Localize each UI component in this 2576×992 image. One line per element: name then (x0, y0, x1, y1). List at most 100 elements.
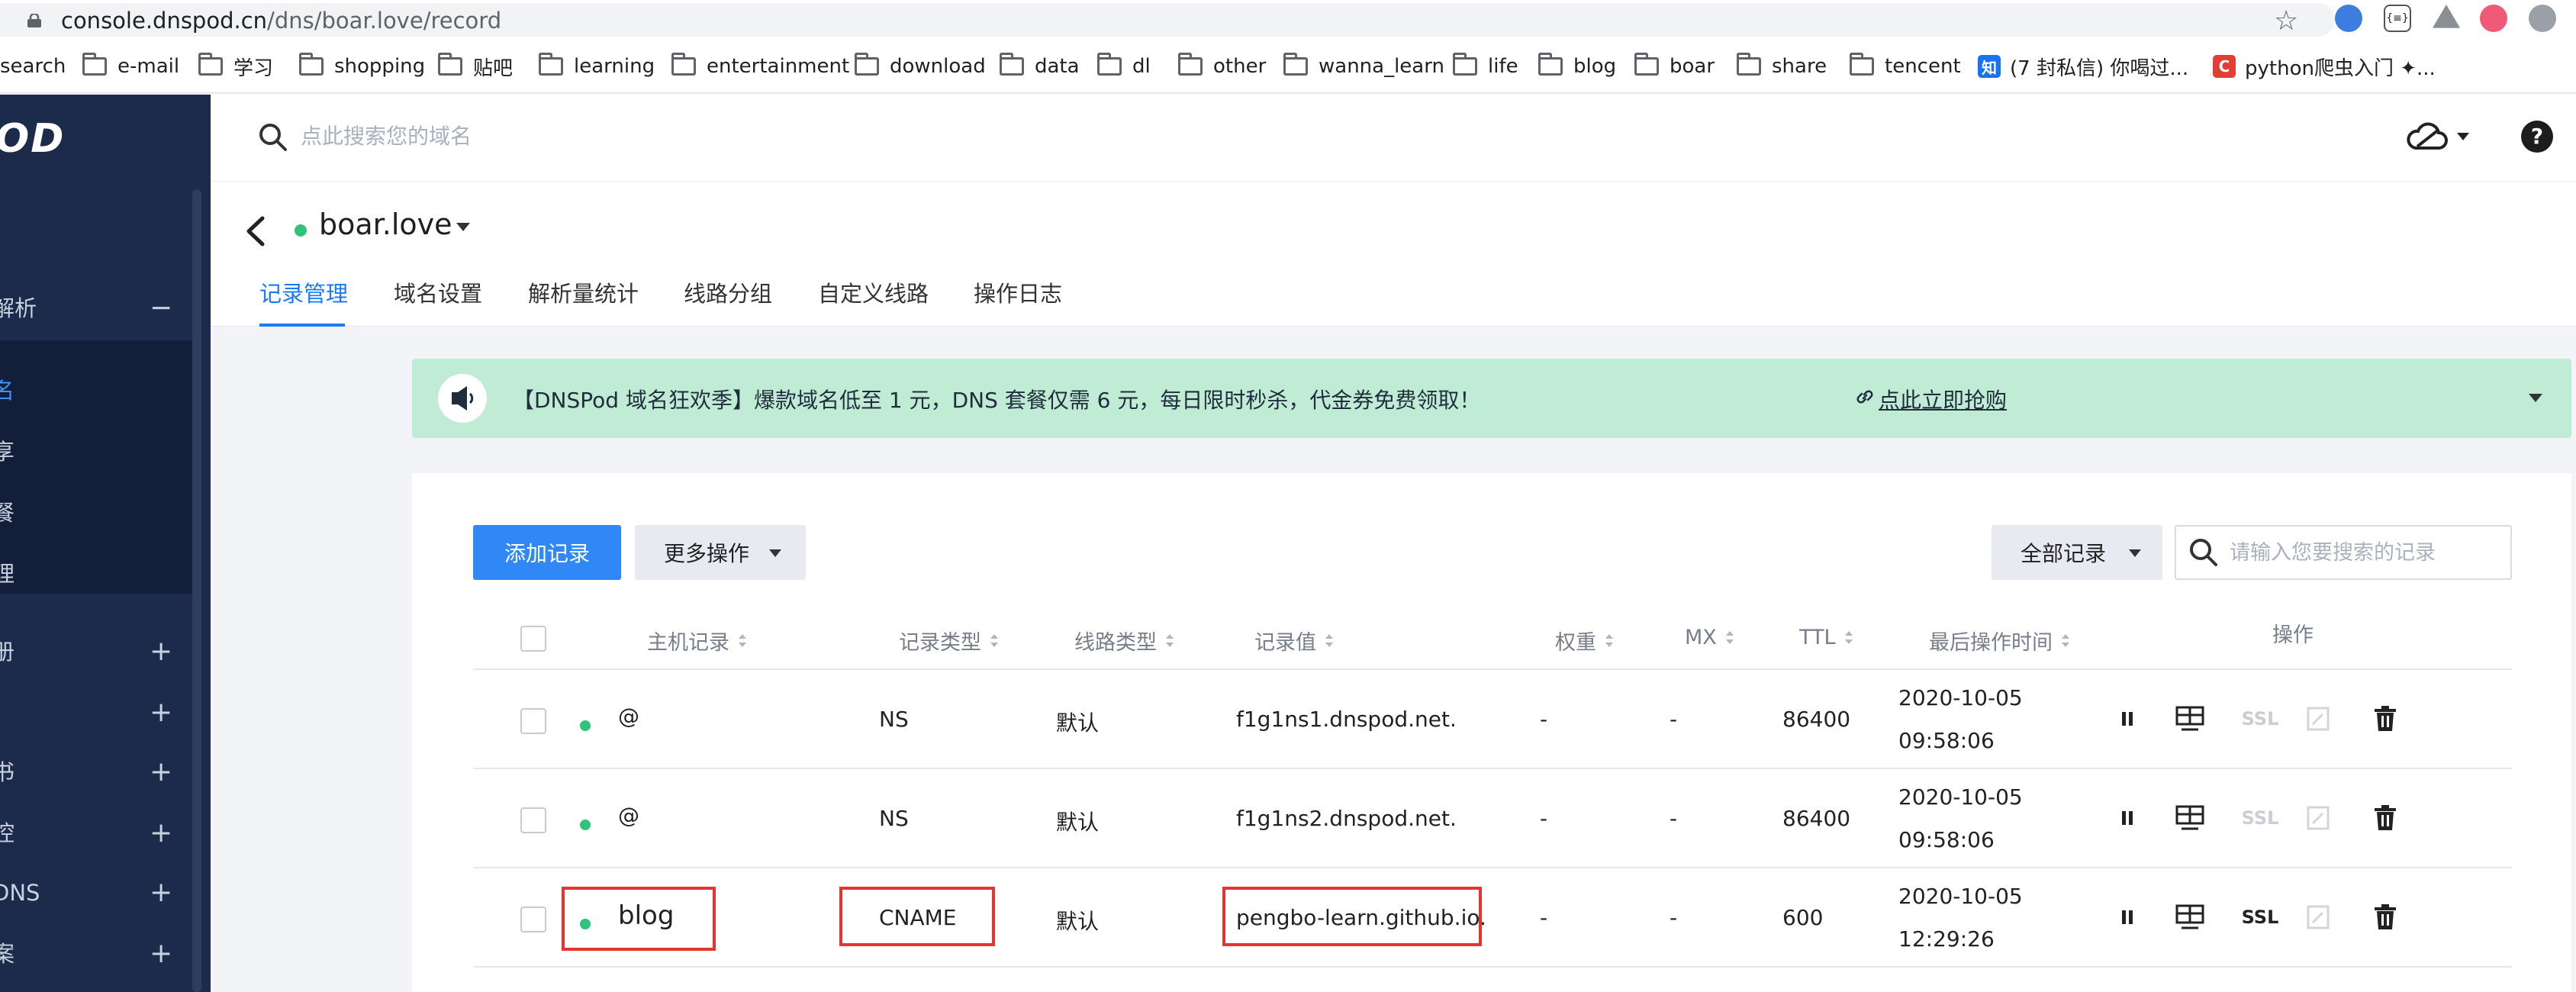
cloud-menu-button[interactable] (2405, 121, 2474, 154)
sidebar-item-monitoring[interactable]: 控 + (0, 810, 192, 856)
header-line[interactable]: 线路类型 (1074, 626, 1174, 655)
tab-resolution-stats[interactable]: 解析量统计 (528, 276, 639, 308)
record-detail-icon[interactable] (2173, 900, 2207, 934)
bookmark-entertainment[interactable]: entertainment (671, 53, 849, 79)
sidebar-item-filing[interactable]: 案 + (0, 931, 192, 977)
sidebar-item-overview[interactable] (0, 226, 192, 272)
tab-domain-settings[interactable]: 域名设置 (394, 276, 482, 308)
more-actions-button[interactable]: 更多操作 (635, 525, 806, 580)
bookmark-tencent[interactable]: tencent (1850, 53, 1961, 79)
bookmark-dl[interactable]: dl (1097, 53, 1151, 79)
bookmark-data[interactable]: data (1000, 53, 1080, 79)
select-all-checkbox[interactable] (520, 626, 546, 652)
row-checkbox[interactable] (520, 807, 546, 833)
sidebar-item-packages[interactable]: 餐 (0, 490, 192, 536)
domain-search-input[interactable] (301, 119, 911, 153)
edit-icon[interactable] (2301, 801, 2335, 835)
record-search-input[interactable] (2230, 536, 2504, 569)
url-field[interactable]: console.dnspod.cn/dns/boar.love/record ☆ (0, 3, 2335, 37)
bookmark-csdn[interactable]: Cpython爬虫入门 ✦... (2213, 53, 2436, 80)
banner-link[interactable]: 点此立即抢购 (1879, 384, 2007, 414)
extension-drive-icon[interactable] (2433, 5, 2460, 28)
sidebar-item-shared[interactable]: 享 (0, 429, 192, 475)
sidebar-item-7[interactable]: + (0, 690, 192, 736)
bookmark-study[interactable]: 学习 (198, 53, 273, 80)
record-type[interactable]: CNAME (879, 905, 957, 930)
record-host[interactable]: @ (618, 803, 639, 828)
sidebar-item-my-domains[interactable]: 名 (0, 368, 192, 414)
sidebar-item-dns-resolution[interactable]: 解析 − (0, 285, 192, 331)
tab-operation-log[interactable]: 操作日志 (974, 276, 1062, 308)
record-line[interactable]: 默认 (1056, 707, 1099, 737)
bookmark-e-mail[interactable]: e-mail (82, 53, 179, 79)
header-mx[interactable]: MX (1685, 626, 1734, 649)
record-type[interactable]: NS (879, 806, 909, 831)
header-ttl[interactable]: TTL (1799, 626, 1853, 649)
dnspod-logo[interactable]: OD (0, 116, 65, 162)
record-type[interactable]: NS (879, 707, 909, 732)
bookmark-tieba[interactable]: 贴吧 (438, 53, 513, 80)
tab-record-management[interactable]: 记录管理 (259, 276, 348, 308)
add-record-button[interactable]: 添加记录 (473, 525, 621, 580)
record-search-box[interactable] (2175, 525, 2512, 580)
record-detail-icon[interactable] (2173, 702, 2207, 736)
bookmark-wanna-learn[interactable]: wanna_learn (1283, 53, 1444, 79)
bookmark-share[interactable]: share (1737, 53, 1827, 79)
bookmark-blog[interactable]: blog (1538, 53, 1616, 79)
record-line[interactable]: 默认 (1056, 806, 1099, 836)
trash-icon[interactable] (2368, 900, 2402, 934)
extension-profile-icon[interactable] (2529, 5, 2556, 32)
extension-json-icon[interactable]: {≡} (2384, 5, 2411, 32)
trash-icon[interactable] (2368, 801, 2402, 835)
extension-translate-icon[interactable] (2335, 5, 2362, 32)
bookmark-star-icon[interactable]: ☆ (2274, 6, 2298, 37)
ssl-button[interactable]: SSL (2237, 702, 2283, 736)
sidebar-item-certificates[interactable]: 书 + (0, 749, 192, 795)
pause-icon[interactable] (2111, 900, 2144, 934)
record-detail-icon[interactable] (2173, 801, 2207, 835)
back-arrow-icon[interactable] (241, 212, 272, 250)
banner-collapse-caret-icon[interactable] (2529, 394, 2542, 402)
bookmark-other[interactable]: other (1178, 53, 1266, 79)
ssl-button[interactable]: SSL (2237, 900, 2283, 934)
header-last-modified[interactable]: 最后操作时间 (1929, 626, 2069, 655)
record-filter-dropdown[interactable]: 全部记录 (1992, 525, 2162, 580)
pause-icon[interactable] (2111, 801, 2144, 835)
help-button[interactable]: ? (2521, 121, 2553, 153)
header-type[interactable]: 记录类型 (899, 626, 998, 655)
tab-custom-lines[interactable]: 自定义线路 (818, 276, 929, 308)
bookmark-search[interactable]: search (0, 53, 66, 79)
domain-switch-caret-icon[interactable] (456, 223, 470, 231)
edit-icon[interactable] (2301, 702, 2335, 736)
sidebar-scrollbar[interactable] (192, 189, 201, 992)
record-host[interactable]: blog (618, 900, 674, 931)
bookmark-download[interactable]: download (855, 53, 986, 79)
record-host[interactable]: @ (618, 704, 639, 729)
header-value[interactable]: 记录值 (1254, 626, 1333, 655)
edit-icon[interactable] (2301, 900, 2335, 934)
record-ttl[interactable]: 86400 (1782, 707, 1850, 732)
record-ttl[interactable]: 86400 (1782, 806, 1850, 831)
bookmark-life[interactable]: life (1453, 53, 1518, 79)
tab-line-groups[interactable]: 线路分组 (684, 276, 772, 308)
record-value[interactable]: f1g1ns2.dnspod.net. (1236, 806, 1457, 831)
bookmark-zhihu[interactable]: 知 (7 封私信) 你喝过... (1978, 53, 2188, 80)
bookmark-learning[interactable]: learning (539, 53, 655, 79)
sidebar-item-manage[interactable]: 理 (0, 551, 192, 597)
bookmark-boar[interactable]: boar (1634, 53, 1715, 79)
sidebar-item-dns[interactable]: DNS + (0, 870, 192, 916)
domain-name[interactable]: boar.love (319, 208, 452, 241)
ssl-button[interactable]: SSL (2237, 801, 2283, 835)
record-value[interactable]: pengbo-learn.github.io. (1236, 905, 1486, 930)
pause-icon[interactable] (2111, 702, 2144, 736)
record-ttl[interactable]: 600 (1782, 905, 1823, 930)
extension-cat-icon[interactable] (2480, 5, 2507, 32)
record-value[interactable]: f1g1ns1.dnspod.net. (1236, 707, 1457, 732)
trash-icon[interactable] (2368, 702, 2402, 736)
row-checkbox[interactable] (520, 907, 546, 932)
sidebar-item-register[interactable]: 册 + (0, 629, 192, 675)
bookmark-shopping[interactable]: shopping (299, 53, 425, 79)
record-line[interactable]: 默认 (1056, 905, 1099, 936)
header-weight[interactable]: 权重 (1555, 626, 1613, 655)
header-host[interactable]: 主机记录 (647, 626, 746, 655)
